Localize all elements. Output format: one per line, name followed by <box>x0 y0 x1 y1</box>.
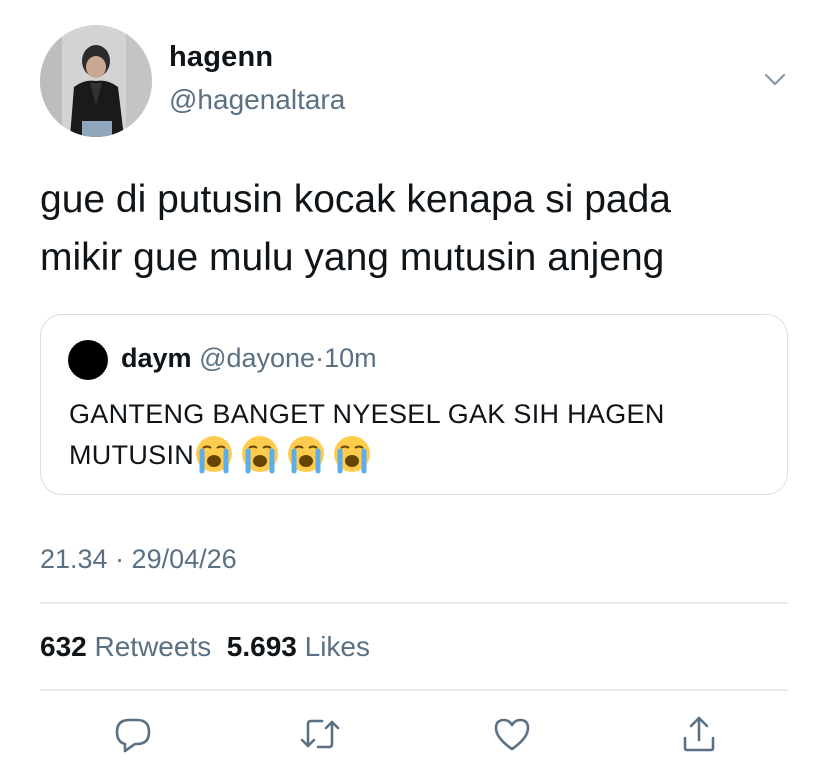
tweet-stats: 632 Retweets 5.693 Likes <box>40 631 370 663</box>
avatar-photo <box>40 25 152 137</box>
quoted-author-handle: @dayone <box>199 343 316 373</box>
retweets-count: 632 <box>40 631 87 662</box>
quoted-tweet-time: 10m <box>324 343 377 373</box>
loudly-crying-face-icon <box>194 434 234 474</box>
likes-stat[interactable]: 5.693 Likes <box>227 631 370 662</box>
divider <box>40 602 788 604</box>
reply-button[interactable] <box>111 712 155 756</box>
author-avatar[interactable] <box>40 25 152 137</box>
likes-count: 5.693 <box>226 631 297 662</box>
retweet-button[interactable] <box>298 712 342 756</box>
like-button[interactable] <box>490 712 534 756</box>
loudly-crying-face-icon <box>286 434 326 474</box>
share-icon <box>683 716 715 752</box>
author-display-name[interactable]: hagenn <box>169 41 273 74</box>
quoted-tweet-card[interactable]: daym @dayone·10m GANTENG BANGET NYESEL G… <box>40 314 788 495</box>
likes-label: Likes <box>304 631 371 662</box>
retweets-label: Retweets <box>94 631 212 662</box>
reply-icon <box>115 718 151 753</box>
quoted-author-avatar <box>68 340 108 380</box>
loudly-crying-face-icon <box>332 434 372 474</box>
chevron-down-icon[interactable] <box>760 64 790 94</box>
quoted-author-name: daym <box>121 343 192 373</box>
retweets-stat[interactable]: 632 Retweets <box>40 631 211 662</box>
quoted-separator: · <box>315 343 325 373</box>
loudly-crying-face-icon <box>240 434 280 474</box>
retweet-icon <box>300 719 340 749</box>
author-handle[interactable]: @hagenaltara <box>169 84 345 116</box>
divider <box>40 689 788 691</box>
tweet-timestamp[interactable]: 21.34 · 29/04/26 <box>40 544 237 575</box>
tweet-text: gue di putusin kocak kenapa si pada miki… <box>40 178 671 279</box>
quoted-tweet-header: daym @dayone·10m <box>121 343 377 374</box>
share-button[interactable] <box>677 712 721 756</box>
like-icon <box>494 718 530 751</box>
quoted-tweet-text: GANTENG BANGET NYESEL GAK SIH HAGEN MUTU… <box>69 394 769 475</box>
